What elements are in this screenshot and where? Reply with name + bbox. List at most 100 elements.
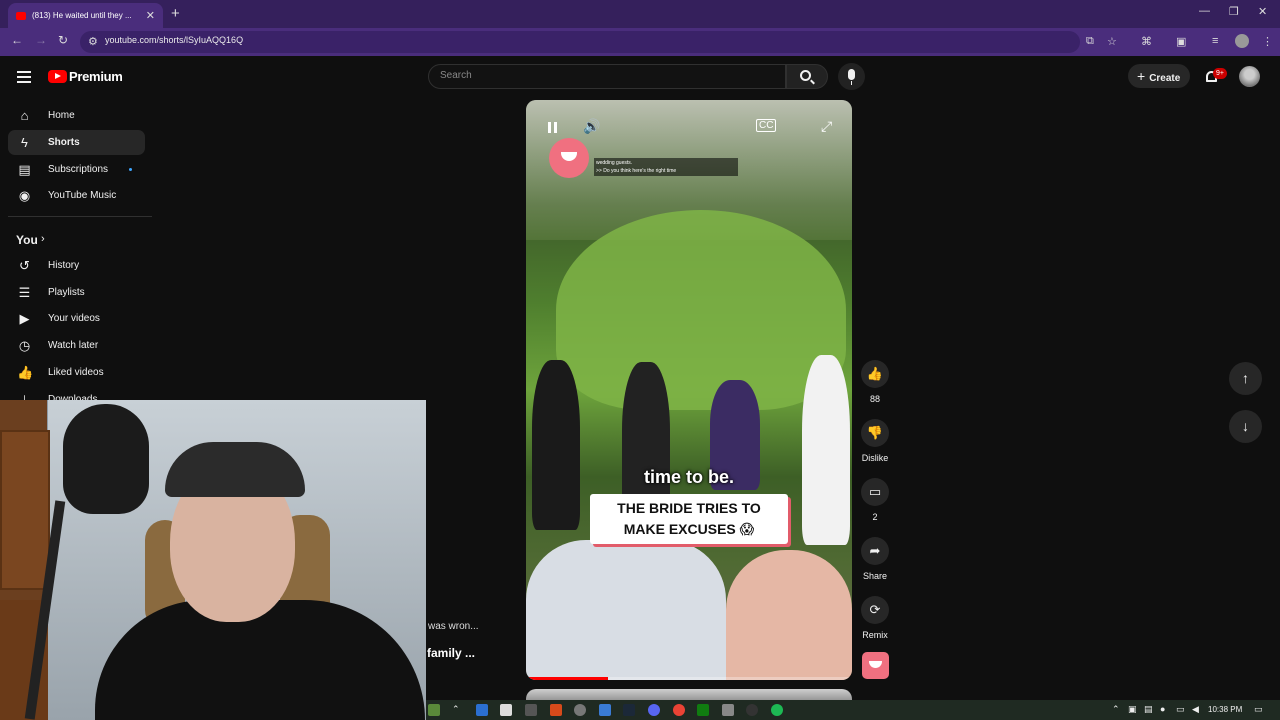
- webcam-cap: [165, 442, 305, 497]
- tray-overflow-icon[interactable]: ⌃: [1112, 704, 1120, 715]
- sidebar-item-label: Home: [48, 110, 75, 121]
- settings-icon[interactable]: [574, 704, 586, 716]
- taskbar-app-icon[interactable]: [550, 704, 562, 716]
- logo-premium-text[interactable]: Premium: [69, 69, 123, 84]
- sidebar-item-playlists[interactable]: ☰ Playlists: [8, 280, 145, 305]
- taskbar-app-icon[interactable]: [476, 704, 488, 716]
- taskbar-app-icon[interactable]: [500, 704, 512, 716]
- bookmark-star-icon[interactable]: ☆: [1107, 35, 1117, 48]
- pause-icon[interactable]: [548, 122, 551, 133]
- sidebar-item-label: YouTube Music: [48, 190, 117, 201]
- history-icon: ↺: [19, 258, 30, 273]
- title-line: THE BRIDE TRIES TO: [617, 500, 761, 516]
- tray-app-icon[interactable]: ▣: [1128, 704, 1137, 715]
- share-arrow-icon: ➦: [869, 543, 881, 558]
- browser-tab[interactable]: (813) He waited until they ... ✕: [8, 3, 163, 28]
- dislike-button[interactable]: 👎: [861, 419, 889, 447]
- sidebar-item-shorts[interactable]: ϟ Shorts: [8, 130, 145, 155]
- search-input[interactable]: [428, 64, 786, 89]
- back-icon[interactable]: ←: [11, 33, 23, 47]
- your-videos-icon: ▶: [19, 311, 30, 326]
- discord-icon[interactable]: [648, 704, 660, 716]
- video-title-card: THE BRIDE TRIES TO MAKE EXCUSES 😱: [590, 494, 788, 544]
- restore-icon[interactable]: ❐: [1229, 5, 1239, 18]
- new-tab-button[interactable]: +: [171, 5, 180, 22]
- taskbar-app-icon[interactable]: [722, 704, 734, 716]
- captions-icon[interactable]: CC: [756, 119, 777, 132]
- new-content-dot: [129, 168, 132, 171]
- share-button[interactable]: ➦: [861, 537, 889, 565]
- spotify-icon[interactable]: [771, 704, 783, 716]
- microphone-tray-icon[interactable]: ●: [1160, 704, 1165, 714]
- sidebar-item-your-videos[interactable]: ▶ Your videos: [8, 306, 145, 331]
- close-window-icon[interactable]: ✕: [1258, 5, 1267, 18]
- pause-icon-bar: [554, 122, 557, 133]
- media-control-icon[interactable]: ≡: [1212, 35, 1218, 47]
- create-button[interactable]: + Create: [1128, 64, 1190, 88]
- groomsman-figure: [532, 360, 580, 530]
- remix-button[interactable]: ⟳: [861, 596, 889, 624]
- sidebar-divider: [8, 216, 152, 217]
- chevron-right-icon[interactable]: ›: [41, 233, 45, 245]
- webcam-overlay: [0, 400, 426, 720]
- thumbs-down-icon: 👎: [866, 425, 884, 440]
- partial-video-title[interactable]: was wron...: [428, 621, 479, 632]
- create-label: Create: [1149, 73, 1181, 84]
- browser-menu-icon[interactable]: ⋮: [1262, 35, 1273, 48]
- minimize-icon[interactable]: —: [1199, 5, 1210, 17]
- forward-icon[interactable]: →: [35, 33, 47, 47]
- sidebar-item-label: Watch later: [48, 340, 99, 351]
- volume-icon[interactable]: 🔊: [583, 118, 600, 135]
- sidebar-item-liked-videos[interactable]: 👍 Liked videos: [8, 360, 145, 385]
- youtube-logo-icon[interactable]: [48, 70, 67, 83]
- xbox-icon[interactable]: [697, 704, 709, 716]
- sidebar-item-youtube-music[interactable]: ◉ YouTube Music: [8, 183, 145, 208]
- network-icon[interactable]: ▭: [1176, 704, 1185, 715]
- install-app-icon[interactable]: ⧉: [1086, 35, 1094, 48]
- partial-channel-text[interactable]: family ...: [427, 646, 475, 660]
- browser-profile-avatar[interactable]: [1235, 34, 1249, 48]
- reload-icon[interactable]: ↻: [58, 33, 68, 47]
- system-clock[interactable]: 10:38 PM: [1208, 705, 1242, 714]
- voice-search-icon[interactable]: [838, 63, 865, 90]
- split-view-icon[interactable]: ▣: [1176, 35, 1186, 48]
- account-avatar[interactable]: [1239, 66, 1260, 87]
- taskbar-app-icon[interactable]: [525, 704, 537, 716]
- sidebar-item-history[interactable]: ↺ History: [8, 253, 145, 278]
- guest-figure: [726, 550, 852, 680]
- tray-app-icon[interactable]: ▤: [1144, 704, 1153, 715]
- extensions-icon[interactable]: ⌘: [1141, 35, 1152, 48]
- shorts-icon: ϟ: [21, 135, 28, 150]
- notification-center-icon[interactable]: ▭: [1254, 704, 1263, 715]
- hamburger-menu-icon[interactable]: [17, 71, 31, 86]
- channel-logo-overlay: [549, 138, 589, 178]
- video-progress-bar[interactable]: [526, 677, 852, 680]
- volume-tray-icon[interactable]: ◀: [1192, 704, 1199, 715]
- fullscreen-icon[interactable]: ⤢: [821, 118, 832, 135]
- next-short-button[interactable]: ↓: [1229, 410, 1262, 443]
- comments-button[interactable]: ▭: [861, 478, 889, 506]
- close-tab-icon[interactable]: ✕: [146, 9, 155, 22]
- like-button[interactable]: 👍: [861, 360, 889, 388]
- browser-tabstrip: (813) He waited until they ... ✕ + — ❐ ✕: [0, 0, 1280, 28]
- youtube-favicon-icon: [16, 11, 26, 20]
- remix-icon: ⟳: [869, 602, 881, 617]
- dislike-label: Dislike: [861, 453, 889, 463]
- chevron-up-icon[interactable]: ⌃: [452, 704, 460, 715]
- chrome-icon[interactable]: [673, 704, 685, 716]
- tab-title: (813) He waited until they ...: [32, 11, 132, 20]
- steam-icon[interactable]: [623, 704, 635, 716]
- site-info-icon[interactable]: ⚙: [88, 35, 98, 48]
- sidebar-item-home[interactable]: ⌂ Home: [8, 103, 145, 128]
- shorts-video-player[interactable]: 🔊 CC ⤢ wedding guests. >> Do you think h…: [526, 100, 852, 680]
- taskbar-app-icon[interactable]: [599, 704, 611, 716]
- sidebar-item-watch-later[interactable]: ◷ Watch later: [8, 333, 145, 358]
- url-text[interactable]: youtube.com/shorts/lSyIuAQQ16Q: [105, 35, 243, 45]
- home-icon: ⌂: [20, 108, 29, 123]
- you-section-title[interactable]: You: [16, 233, 38, 247]
- sidebar-item-subscriptions[interactable]: ▤ Subscriptions: [8, 157, 145, 182]
- taskbar-app-icon[interactable]: [428, 704, 440, 716]
- channel-thumbnail[interactable]: [862, 652, 889, 679]
- taskbar-app-icon[interactable]: [746, 704, 758, 716]
- previous-short-button[interactable]: ↑: [1229, 362, 1262, 395]
